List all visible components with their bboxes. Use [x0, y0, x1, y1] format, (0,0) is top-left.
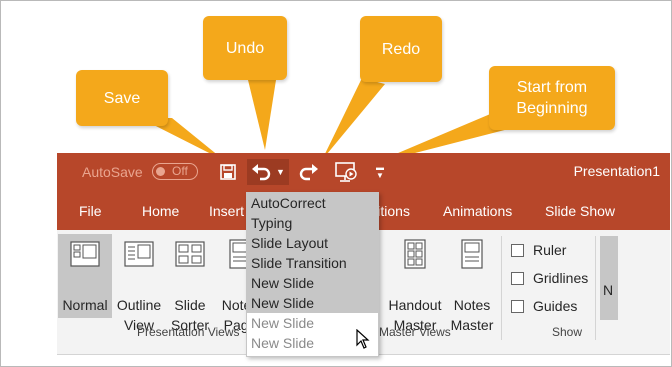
undo-callout-label: Undo	[225, 39, 265, 57]
tab-slide-show[interactable]: Slide Show	[545, 203, 615, 219]
outline-view-icon	[124, 241, 154, 267]
start-from-beginning-icon	[335, 162, 357, 182]
normal-view-button[interactable]: Normal	[59, 238, 111, 315]
tab-insert[interactable]: Insert	[209, 203, 244, 219]
notes-master-label-2: Master	[450, 317, 494, 333]
undo-list-item[interactable]: Slide Layout	[247, 233, 378, 253]
save-callout: Save	[76, 70, 168, 126]
guides-checkbox[interactable]: Guides	[511, 298, 577, 314]
autosave-label: AutoSave	[82, 164, 143, 180]
normal-view-icon	[70, 241, 100, 267]
save-button[interactable]	[215, 159, 241, 185]
title-bar: AutoSave Off ▼ ▬ ▼ Presentation1	[57, 153, 670, 191]
start-callout-label: Start from Beginning	[516, 79, 588, 117]
customize-qat-button[interactable]: ▬ ▼	[372, 159, 388, 185]
start-from-beginning-callout: Start from Beginning	[489, 66, 615, 130]
undo-list-item[interactable]: AutoCorrect	[247, 193, 378, 213]
redo-callout-label: Redo	[381, 40, 421, 58]
master-views-group-label: Master Views	[379, 325, 451, 339]
redo-callout: Redo	[360, 16, 442, 82]
tab-file[interactable]: File	[79, 203, 102, 219]
mouse-cursor-icon	[356, 329, 370, 349]
ruler-label: Ruler	[533, 242, 567, 258]
partial-button-bg	[600, 236, 618, 320]
undo-icon	[252, 164, 271, 181]
notes-master-icon	[461, 239, 483, 269]
undo-dropdown-icon[interactable]: ▼	[276, 167, 285, 177]
normal-label: Normal	[62, 297, 108, 313]
save-callout-label: Save	[103, 89, 141, 107]
tab-animations[interactable]: Animations	[443, 203, 512, 219]
undo-list-item[interactable]: Slide Transition	[247, 253, 378, 273]
outline-label-1: Outline	[116, 297, 162, 313]
autosave-state: Off	[172, 164, 188, 178]
redo-button[interactable]	[295, 159, 321, 185]
notes-master-button[interactable]: Notes Master	[448, 238, 496, 335]
handout-master-button[interactable]: Handout Master	[385, 238, 445, 335]
group-separator	[501, 236, 502, 340]
partial-button-label[interactable]: N	[603, 282, 613, 298]
ruler-checkbox[interactable]: Ruler	[511, 242, 566, 258]
redo-icon	[299, 164, 318, 181]
undo-callout: Undo	[203, 16, 287, 80]
tab-home[interactable]: Home	[142, 203, 179, 219]
guides-checkbox-box[interactable]	[511, 299, 524, 313]
gridlines-label: Gridlines	[533, 270, 589, 286]
group-separator	[595, 236, 596, 340]
toggle-knob	[156, 167, 165, 176]
undo-list-item[interactable]: New Slide	[247, 273, 378, 293]
autosave-toggle[interactable]: Off	[152, 163, 198, 180]
presentation-views-group-label: Presentation Views	[137, 325, 240, 339]
gridlines-checkbox[interactable]: Gridlines	[511, 270, 588, 286]
slide-sorter-label-1: Slide	[174, 297, 206, 313]
ruler-checkbox-box[interactable]	[511, 243, 524, 257]
notes-master-label-1: Notes	[453, 297, 491, 313]
customize-qat-icon: ▬ ▼	[376, 163, 384, 180]
handout-master-label-1: Handout	[388, 297, 442, 313]
handout-master-icon	[404, 239, 426, 269]
slide-sorter-button[interactable]: Slide Sorter	[167, 238, 213, 335]
undo-list-item[interactable]: New Slide	[247, 293, 378, 313]
gridlines-checkbox-box[interactable]	[511, 271, 524, 285]
undo-list-item[interactable]: Typing	[247, 213, 378, 233]
document-title: Presentation1	[573, 163, 660, 179]
slide-sorter-icon	[175, 241, 205, 267]
show-group-label: Show	[552, 325, 583, 339]
save-icon	[220, 164, 236, 180]
outline-view-button[interactable]: Outline View	[114, 238, 164, 335]
undo-button[interactable]: ▼	[247, 159, 289, 185]
guides-label: Guides	[533, 298, 578, 314]
start-from-beginning-button[interactable]	[332, 159, 360, 185]
